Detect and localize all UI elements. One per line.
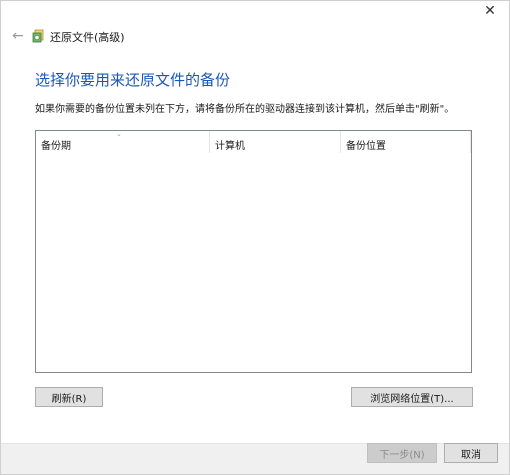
title-bar: ← 还原文件(高级) [1,27,509,47]
backup-list[interactable]: ⌄ 备份期 计算机 备份位置 [35,130,472,373]
next-button[interactable]: 下一步(N) [367,443,437,463]
refresh-button[interactable]: 刷新(R) [35,387,103,407]
column-header-backup-period[interactable]: ⌄ 备份期 [36,130,210,153]
back-button[interactable]: ← [9,27,27,45]
page-heading: 选择你要用来还原文件的备份 [35,71,231,89]
close-button[interactable]: ✕ [481,3,499,19]
column-label: 计算机 [215,141,245,152]
cancel-button[interactable]: 取消 [444,443,498,463]
column-header-backup-location[interactable]: 备份位置 [341,131,471,153]
column-label: 备份期 [41,141,71,152]
column-header-computer[interactable]: 计算机 [210,131,341,153]
file-history-icon [32,29,44,43]
instruction-text: 如果你需要的备份位置未列在下方，请将备份所在的驱动器连接到该计算机，然后单击"刷… [35,104,455,115]
window-title: 还原文件(高级) [50,31,125,44]
close-icon: ✕ [484,3,496,19]
list-header: ⌄ 备份期 计算机 备份位置 [36,130,471,153]
sort-chevron-icon: ⌄ [116,130,122,138]
column-label: 备份位置 [346,141,386,152]
back-arrow-icon: ← [12,28,24,44]
restore-files-advanced-window: ✕ ← 还原文件(高级) 选择你要用来还原文件的备份 如果你需要的备份位置未列在… [0,0,510,475]
browse-network-location-button[interactable]: 浏览网络位置(T)... [351,387,473,407]
